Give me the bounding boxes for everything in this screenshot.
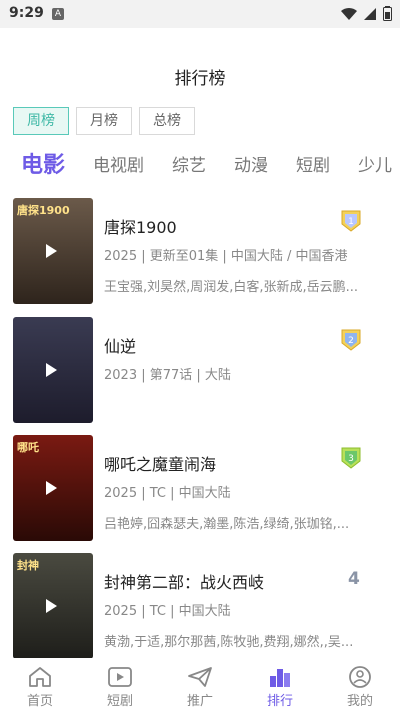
rank-badge-icon: 3 <box>341 447 361 469</box>
rank-number: 4 <box>348 569 360 589</box>
item-title: 封神第二部：战火西岐 <box>104 573 265 592</box>
tab-monthly[interactable]: 月榜 <box>76 107 132 135</box>
nav-home[interactable]: 首页 <box>0 658 80 713</box>
tab-weekly[interactable]: 周榜 <box>13 107 69 135</box>
poster-caption: 封神 <box>17 559 39 572</box>
item-cast: 黄渤,于适,那尔那茜,陈牧驰,费翔,娜然,,吴... <box>104 635 354 650</box>
item-meta: 2025 | TC | 中国大陆 <box>104 604 231 619</box>
poster-image[interactable] <box>13 317 93 423</box>
nav-label: 短剧 <box>106 694 133 709</box>
nav-promote[interactable]: 推广 <box>160 658 240 713</box>
poster-image[interactable]: 唐探1900 <box>13 198 93 304</box>
poster-image[interactable]: 封神 <box>13 553 93 659</box>
tab-movie[interactable]: 电影 <box>21 150 65 182</box>
paper-plane-icon <box>188 667 212 687</box>
page-title: 排行榜 <box>174 69 226 89</box>
signal-icon <box>364 7 376 20</box>
item-meta: 2023 | 第77话 | 大陆 <box>104 368 231 383</box>
play-icon <box>108 667 132 687</box>
home-icon <box>29 667 51 687</box>
list-item[interactable]: 仙逆 2023 | 第77话 | 大陆 2 <box>0 317 400 423</box>
poster-image[interactable]: 哪吒 <box>13 435 93 541</box>
list-item[interactable]: 封神 封神第二部：战火西岐 2025 | TC | 中国大陆 黄渤,于适,那尔那… <box>0 553 400 659</box>
play-icon <box>46 244 57 258</box>
ranking-icon <box>270 669 290 687</box>
nav-ranking[interactable]: 排行 <box>240 658 320 713</box>
rank-number: 3 <box>348 454 354 464</box>
tab-short-drama[interactable]: 短剧 <box>296 150 330 182</box>
nav-label: 我的 <box>346 694 373 709</box>
poster-caption: 哪吒 <box>17 441 39 454</box>
tab-total[interactable]: 总榜 <box>139 107 195 135</box>
status-icons <box>341 6 392 21</box>
item-title: 哪吒之魔童闹海 <box>104 455 217 474</box>
nav-profile[interactable]: 我的 <box>320 658 400 713</box>
item-meta: 2025 | TC | 中国大陆 <box>104 486 231 501</box>
bottom-nav: 首页 短剧 推广 排行 我的 <box>0 658 400 713</box>
status-bar: 9:29 A <box>0 0 400 28</box>
tab-variety[interactable]: 综艺 <box>172 150 206 182</box>
list-item[interactable]: 唐探1900 唐探1900 2025 | 更新至01集 | 中国大陆 / 中国香… <box>0 198 400 304</box>
notification-icon: A <box>52 8 64 20</box>
rank-number: 2 <box>348 336 354 346</box>
item-meta: 2025 | 更新至01集 | 中国大陆 / 中国香港 <box>104 249 348 264</box>
item-title: 唐探1900 <box>104 218 177 237</box>
tab-kids[interactable]: 少儿 <box>358 150 392 182</box>
list-item[interactable]: 哪吒 哪吒之魔童闹海 2025 | TC | 中国大陆 吕艳婷,囧森瑟夫,瀚墨,… <box>0 435 400 541</box>
tab-tv-series[interactable]: 电视剧 <box>93 150 144 182</box>
item-title: 仙逆 <box>104 337 137 356</box>
poster-caption: 唐探1900 <box>17 204 70 217</box>
rank-number: 1 <box>348 217 354 227</box>
play-icon <box>46 481 57 495</box>
nav-label: 推广 <box>186 694 213 709</box>
play-icon <box>46 599 57 613</box>
battery-icon <box>383 6 392 21</box>
category-tabs: 电影 电视剧 综艺 动漫 短剧 少儿 <box>21 150 400 182</box>
item-cast: 吕艳婷,囧森瑟夫,瀚墨,陈浩,绿绮,张珈铭,... <box>104 517 350 532</box>
nav-short-drama[interactable]: 短剧 <box>80 658 160 713</box>
wifi-icon <box>341 7 357 20</box>
rank-badge-icon: 1 <box>341 210 361 232</box>
profile-icon <box>349 666 371 688</box>
item-cast: 王宝强,刘昊然,周润发,白客,张新成,岳云鹏... <box>104 280 359 295</box>
status-time: 9:29 <box>9 5 44 21</box>
play-icon <box>46 363 57 377</box>
nav-label: 排行 <box>266 694 293 709</box>
rank-badge-icon: 2 <box>341 329 361 351</box>
period-tabs: 周榜 月榜 总榜 <box>13 107 195 135</box>
tab-anime[interactable]: 动漫 <box>234 150 268 182</box>
nav-label: 首页 <box>26 694 53 709</box>
